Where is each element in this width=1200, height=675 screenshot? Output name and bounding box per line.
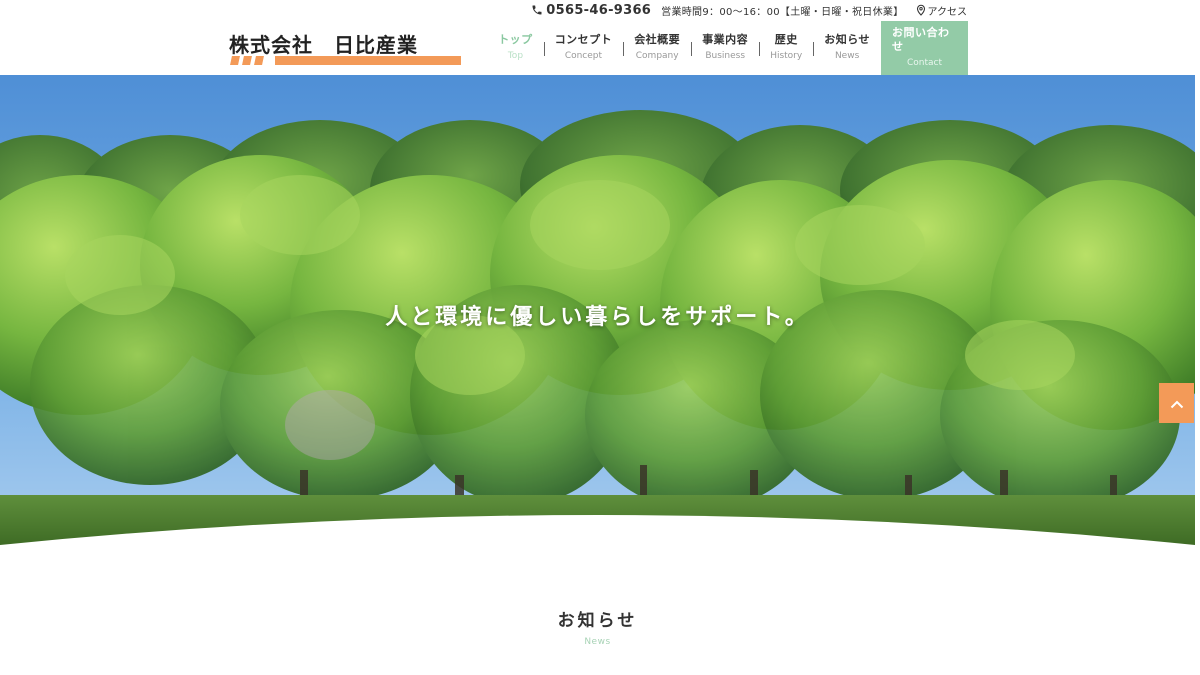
- chevron-up-icon: [1170, 394, 1184, 413]
- nav-item-company[interactable]: 会社概要 Company: [623, 21, 691, 75]
- site-logo[interactable]: 株式会社 日比産業: [229, 29, 461, 69]
- site-header: 株式会社 日比産業 0565-46-9366 営業時間9：00〜16：00【土曜…: [0, 0, 1200, 75]
- hero-section: 人と環境に優しい暮らしをサポート。: [0, 75, 1195, 547]
- nav-item-top[interactable]: トップ Top: [487, 21, 544, 75]
- nav-item-news[interactable]: お知らせ News: [813, 21, 881, 75]
- nav-label: お問い合わせ: [892, 26, 950, 53]
- map-pin-icon: [916, 4, 926, 16]
- nav-label: お知らせ: [824, 33, 870, 46]
- news-section-title: お知らせ: [557, 611, 638, 631]
- nav-contact-button[interactable]: お問い合わせ Contact: [881, 21, 968, 75]
- logo-decoration: [230, 56, 462, 65]
- news-section-subtitle: News: [584, 637, 611, 647]
- phone-icon: [531, 4, 543, 16]
- back-to-top-button[interactable]: [1159, 383, 1194, 423]
- nav-item-business[interactable]: 事業内容 Business: [691, 21, 759, 75]
- contact-info-bar: 0565-46-9366 営業時間9：00〜16：00【土曜・日曜・祝日休業】 …: [531, 2, 967, 18]
- nav-label: 事業内容: [702, 33, 749, 46]
- access-link[interactable]: アクセス: [928, 3, 968, 18]
- nav-sublabel: Concept: [564, 51, 603, 61]
- nav-label: コンセプト: [554, 33, 613, 46]
- nav-sublabel: History: [770, 51, 803, 61]
- nav-label: トップ: [498, 33, 533, 46]
- phone-number[interactable]: 0565-46-9366: [546, 3, 651, 18]
- main-nav: トップ Top コンセプト Concept 会社概要 Company 事業内容 …: [487, 21, 968, 75]
- nav-item-history[interactable]: 歴史 History: [759, 21, 813, 75]
- nav-sublabel: Top: [507, 51, 524, 61]
- nav-sublabel: Business: [705, 51, 746, 61]
- nav-sublabel: Company: [635, 51, 679, 61]
- hero-title: 人と環境に優しい暮らしをサポート。: [385, 305, 810, 330]
- logo-text: 株式会社 日比産業: [229, 33, 418, 57]
- nav-item-concept[interactable]: コンセプト Concept: [543, 21, 624, 75]
- nav-sublabel: Contact: [906, 58, 942, 68]
- nav-label: 会社概要: [634, 33, 681, 46]
- nav-sublabel: News: [834, 51, 860, 61]
- nav-label: 歴史: [774, 33, 798, 46]
- business-hours: 営業時間9：00〜16：00【土曜・日曜・祝日休業】: [661, 6, 904, 18]
